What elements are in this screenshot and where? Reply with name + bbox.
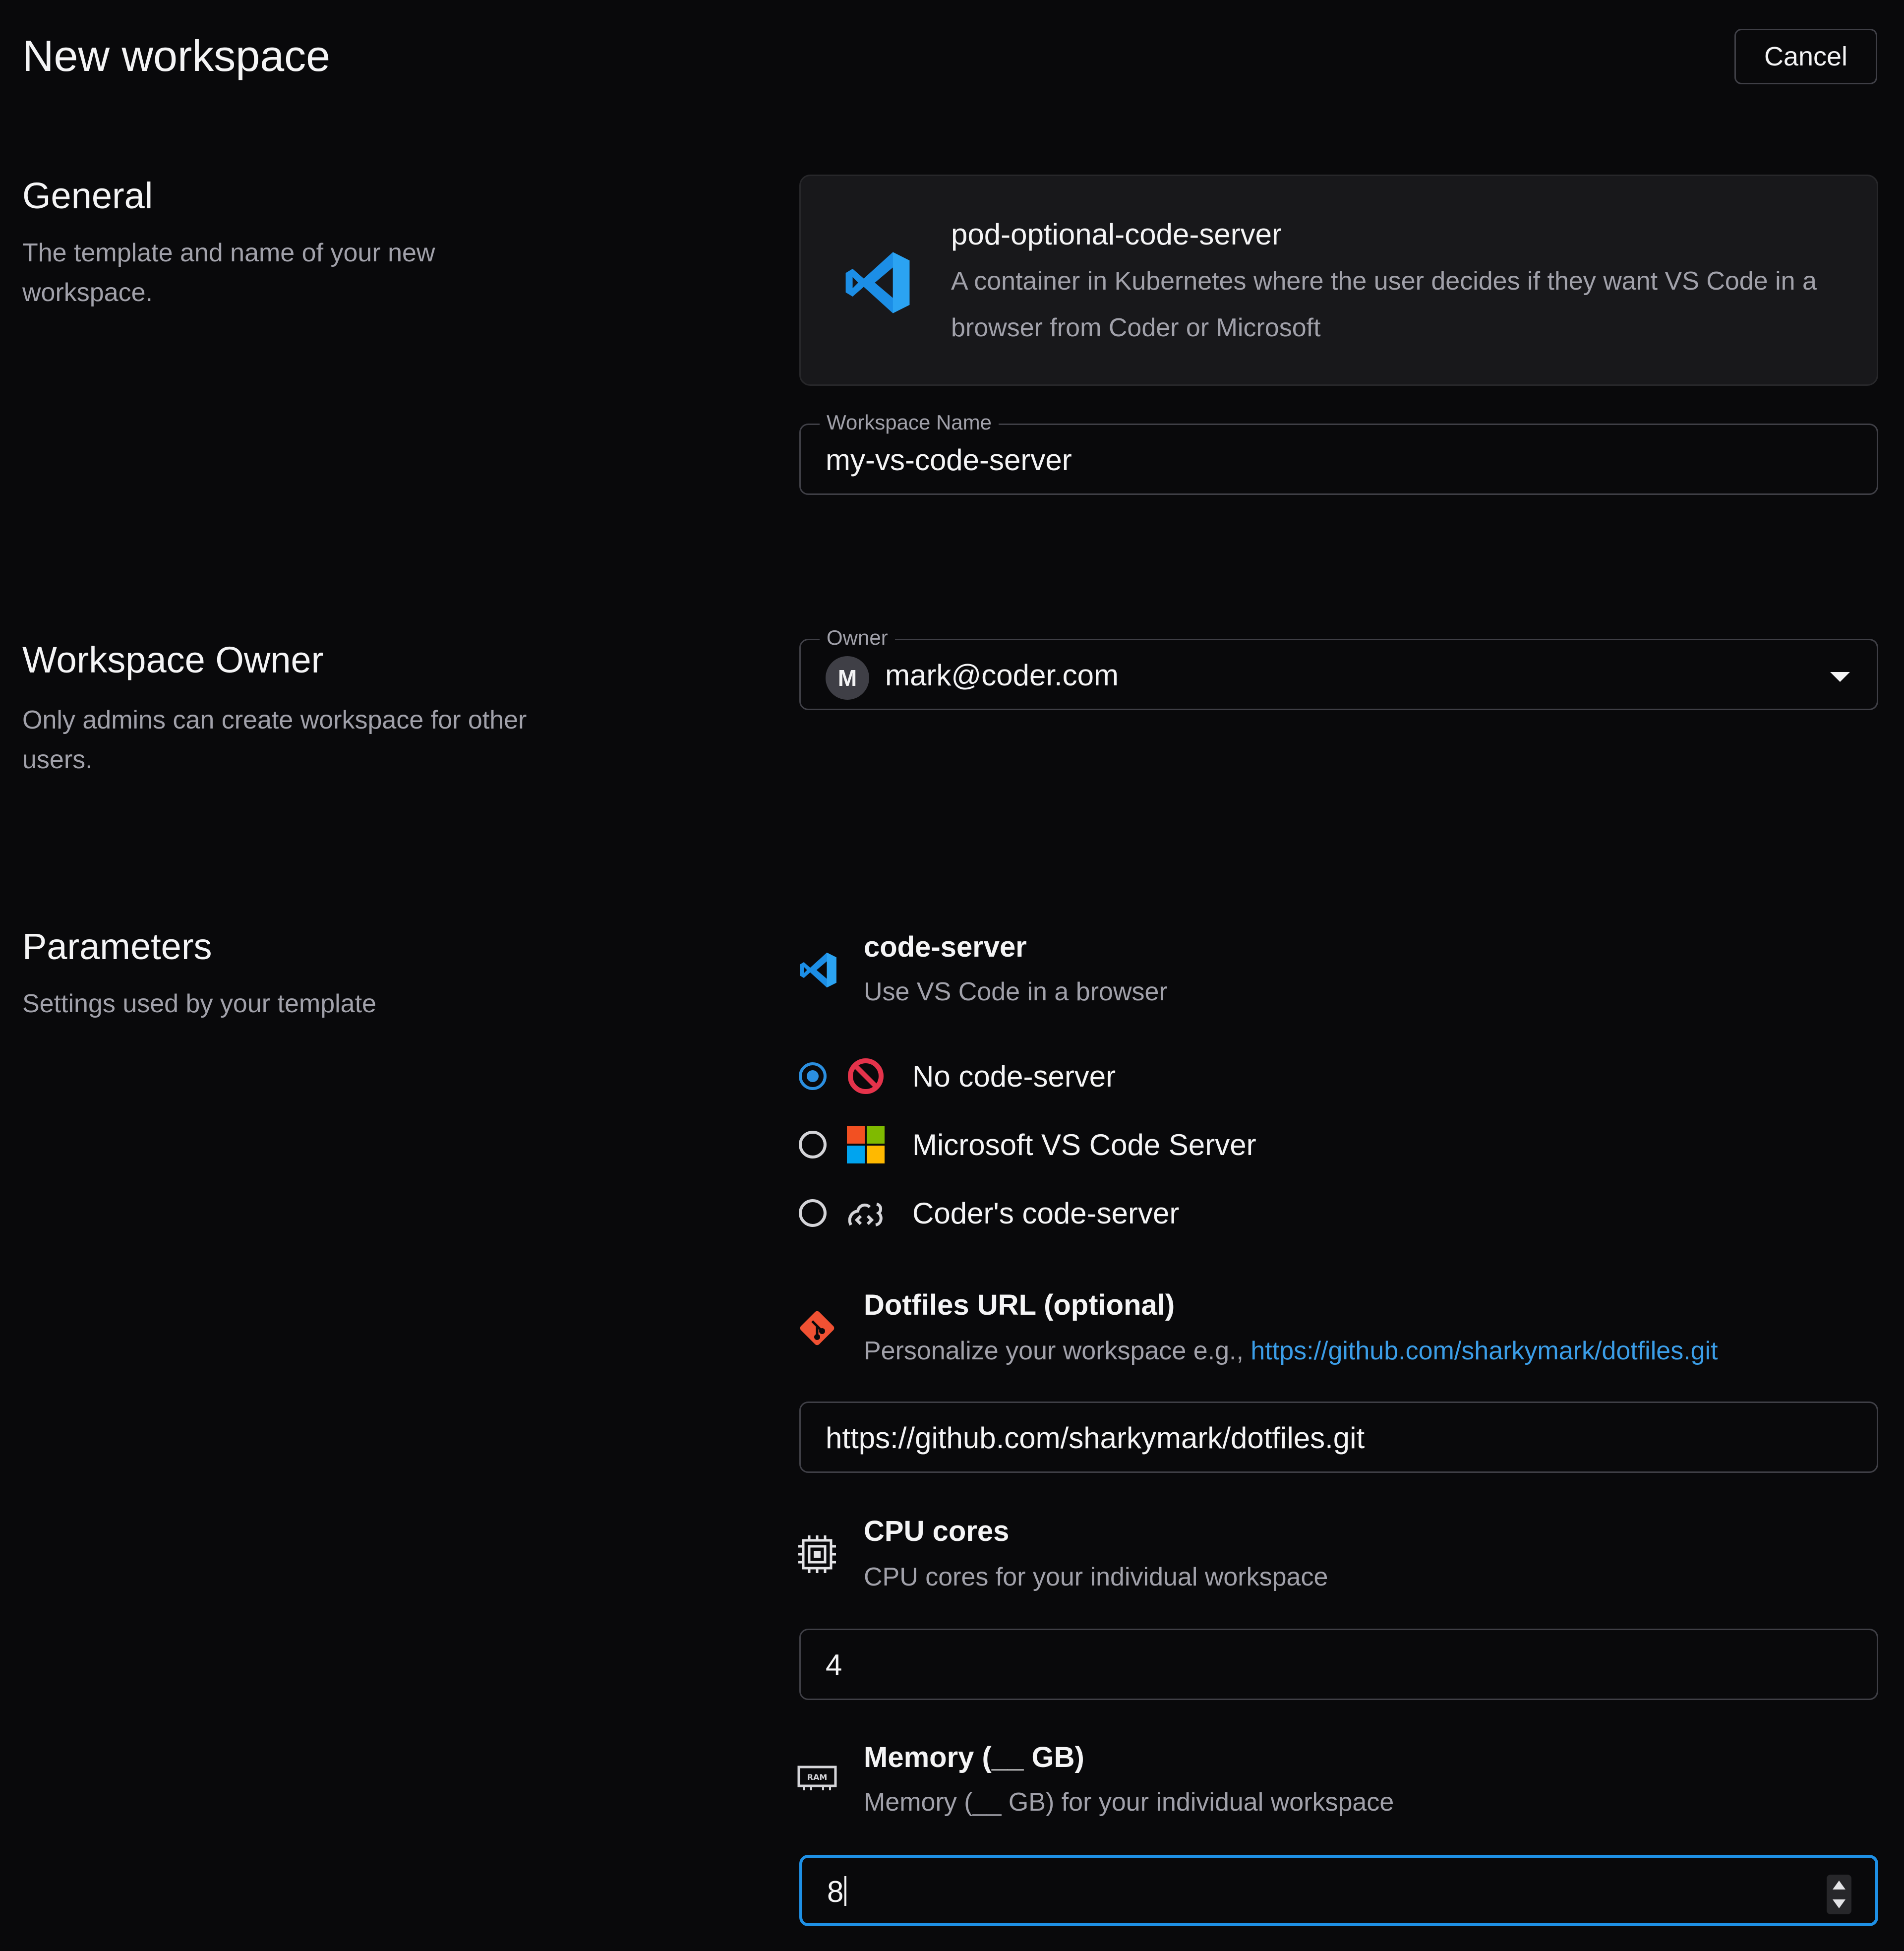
chevron-down-icon[interactable] bbox=[1830, 672, 1850, 682]
git-icon bbox=[800, 1311, 834, 1345]
dotfiles-description-text: Personalize your workspace e.g., bbox=[864, 1337, 1251, 1365]
coder-icon bbox=[848, 1203, 883, 1226]
stepper-down-icon[interactable] bbox=[1833, 1899, 1845, 1908]
general-section-title: General bbox=[22, 175, 153, 216]
cpu-cores-description: CPU cores for your individual workspace bbox=[864, 1563, 1328, 1591]
ram-icon: RAM bbox=[797, 1766, 837, 1790]
parameters-section-description: Settings used by your template bbox=[22, 989, 376, 1018]
vscode-icon bbox=[845, 252, 910, 313]
ram-icon-label: RAM bbox=[807, 1772, 828, 1782]
cpu-cores-field[interactable]: 4 bbox=[799, 1629, 1878, 1700]
cpu-cores-input[interactable]: 4 bbox=[826, 1648, 842, 1682]
vscode-icon bbox=[800, 952, 836, 988]
cpu-cores-title: CPU cores bbox=[864, 1515, 1010, 1547]
workspace-name-field[interactable]: Workspace Name my-vs-code-server bbox=[799, 410, 1878, 495]
parameters-section-title: Parameters bbox=[22, 926, 212, 967]
code-server-description: Use VS Code in a browser bbox=[864, 977, 1168, 1006]
memory-input[interactable]: 8 bbox=[827, 1875, 847, 1909]
radio-coders-code-server[interactable] bbox=[799, 1199, 827, 1227]
code-server-title: code-server bbox=[864, 931, 1027, 963]
dotfiles-title: Dotfiles URL (optional) bbox=[864, 1289, 1175, 1321]
radio-no-code-server[interactable] bbox=[799, 1062, 827, 1090]
dotfiles-example-link[interactable]: https://github.com/sharkymark/dotfiles.g… bbox=[1250, 1337, 1718, 1365]
number-stepper[interactable] bbox=[1827, 1875, 1851, 1914]
workspace-name-label: Workspace Name bbox=[820, 410, 999, 435]
option-label-no-code-server[interactable]: No code-server bbox=[912, 1059, 1116, 1094]
owner-section-title: Workspace Owner bbox=[22, 639, 324, 680]
prohibited-icon bbox=[848, 1058, 884, 1094]
avatar: M bbox=[826, 656, 869, 700]
memory-field[interactable]: 8 bbox=[799, 1855, 1878, 1926]
stepper-up-icon[interactable] bbox=[1833, 1881, 1845, 1890]
option-label-coders-code-server[interactable]: Coder's code-server bbox=[912, 1196, 1179, 1230]
text-cursor bbox=[844, 1876, 847, 1906]
owner-value: mark@coder.com bbox=[885, 659, 1119, 692]
dotfiles-url-input[interactable]: https://github.com/sharkymark/dotfiles.g… bbox=[826, 1421, 1365, 1455]
cpu-icon bbox=[798, 1535, 836, 1573]
template-name: pod-optional-code-server bbox=[951, 218, 1282, 251]
option-label-microsoft-vs-code-server[interactable]: Microsoft VS Code Server bbox=[912, 1128, 1256, 1162]
template-description: A container in Kubernetes where the user… bbox=[951, 267, 1817, 342]
radio-microsoft-vs-code-server[interactable] bbox=[799, 1131, 827, 1158]
general-section-description: The template and name of your new worksp… bbox=[22, 239, 435, 307]
memory-input-value: 8 bbox=[827, 1875, 844, 1908]
owner-label: Owner bbox=[820, 625, 895, 650]
cancel-button[interactable]: Cancel bbox=[1734, 29, 1877, 84]
owner-select[interactable]: Owner M mark@coder.com bbox=[799, 625, 1878, 710]
page-title: New workspace bbox=[22, 31, 331, 80]
dotfiles-url-field[interactable]: https://github.com/sharkymark/dotfiles.g… bbox=[799, 1402, 1878, 1473]
workspace-name-input[interactable]: my-vs-code-server bbox=[826, 443, 1072, 477]
owner-section-description: Only admins can create workspace for oth… bbox=[22, 706, 527, 774]
memory-description: Memory (__ GB) for your individual works… bbox=[864, 1788, 1394, 1817]
memory-title: Memory (__ GB) bbox=[864, 1741, 1084, 1773]
dotfiles-description: Personalize your workspace e.g., https:/… bbox=[864, 1336, 1718, 1366]
microsoft-icon bbox=[847, 1126, 885, 1163]
